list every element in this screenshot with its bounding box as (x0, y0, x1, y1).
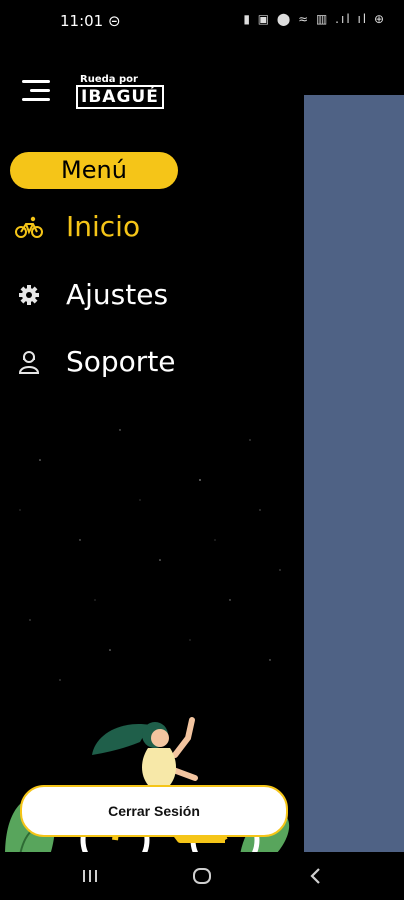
logout-button[interactable]: Cerrar Sesión (20, 785, 288, 837)
home-icon[interactable] (190, 864, 214, 888)
system-navigation-bar (0, 852, 404, 900)
status-time: 11:01 ⊝ (60, 12, 121, 30)
nav-item-ajustes[interactable]: Ajustes (0, 270, 300, 320)
hamburger-menu-button[interactable] (20, 78, 52, 104)
app-logo: Rueda por IBAGUÉ (74, 74, 164, 109)
support-icon (18, 351, 40, 374)
gear-icon (19, 285, 39, 305)
bicycle-icon (15, 216, 43, 238)
back-icon[interactable] (304, 864, 328, 888)
navigation-drawer: Rueda por IBAGUÉ Menú Inicio Ajustes Sop… (0, 40, 303, 852)
logo-small-text: Rueda por (80, 74, 138, 85)
nav-item-inicio[interactable]: Inicio (0, 202, 300, 252)
main-content-panel[interactable] (304, 95, 404, 853)
nav-item-label: Inicio (66, 210, 141, 243)
status-icons: ▮ ▣ ⬤ ≈ ▥ .ıl ıl ⊕ (243, 12, 386, 26)
logo-big-text: IBAGUÉ (76, 85, 164, 109)
nav-item-soporte[interactable]: Soporte (0, 337, 300, 387)
recent-apps-icon[interactable] (78, 864, 102, 888)
nav-item-label: Soporte (66, 345, 176, 378)
nav-item-label: Ajustes (66, 278, 169, 311)
status-bar: 11:01 ⊝ ▮ ▣ ⬤ ≈ ▥ .ıl ıl ⊕ (0, 0, 404, 40)
menu-title-badge: Menú (10, 152, 178, 189)
